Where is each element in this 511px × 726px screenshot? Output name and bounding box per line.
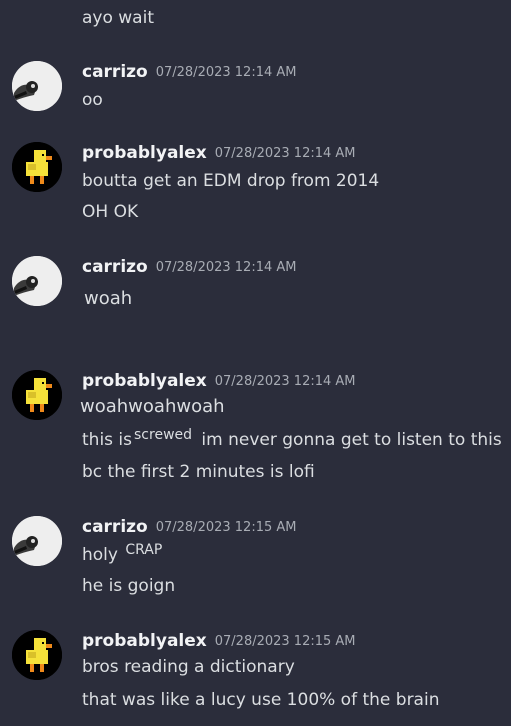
chat-message-list: ayo wait carrizo 07/28/2023 12:14 AM oo p… (0, 0, 511, 726)
pixel-duck-icon (12, 142, 62, 192)
message-text: holy CRAP (82, 542, 166, 567)
message-text: that was like a lucy use 100% of the bra… (82, 690, 440, 710)
probablyalex-avatar[interactable] (12, 630, 62, 680)
message-text: woahwoahwoah (80, 396, 225, 417)
message-text: woah (84, 288, 133, 309)
superscript-text: CRAP (125, 542, 163, 558)
message-text: this is screwed im never gonna get to lis… (82, 427, 502, 452)
message-text: ayo wait (82, 8, 154, 28)
message-text: OH OK (82, 202, 139, 222)
carrizo-avatar[interactable] (12, 61, 62, 111)
bird-headphones-icon (12, 256, 62, 306)
probablyalex-avatar[interactable] (12, 142, 62, 192)
text-segment: this is (82, 430, 133, 450)
message-text: bros reading a dictionary (82, 657, 295, 677)
message-text: boutta get an EDM drop from 2014 (82, 171, 380, 191)
message-text: oo (82, 90, 103, 110)
message-header: carrizo 07/28/2023 12:14 AM (82, 256, 296, 279)
message-header: probablyalex 07/28/2023 12:14 AM (82, 370, 356, 393)
timestamp: 07/28/2023 12:14 AM (155, 260, 297, 275)
timestamp: 07/28/2023 12:14 AM (155, 65, 297, 80)
message-text: he is goign (82, 576, 176, 596)
superscript-text: screwed (134, 427, 193, 443)
username[interactable]: probablyalex (82, 143, 207, 163)
username[interactable]: carrizo (82, 257, 148, 277)
bird-headphones-icon (12, 516, 62, 566)
username[interactable]: carrizo (82, 517, 148, 537)
timestamp: 07/28/2023 12:14 AM (214, 374, 356, 389)
text-segment: im never gonna get to listen to this (196, 430, 502, 450)
carrizo-avatar[interactable] (12, 256, 62, 306)
message-header: probablyalex 07/28/2023 12:15 AM (82, 630, 356, 653)
username[interactable]: probablyalex (82, 371, 207, 391)
pixel-duck-icon (12, 370, 62, 420)
message-header: probablyalex 07/28/2023 12:14 AM (82, 142, 356, 165)
username[interactable]: probablyalex (82, 631, 207, 651)
message-header: carrizo 07/28/2023 12:14 AM (82, 61, 296, 84)
bird-headphones-icon (12, 61, 62, 111)
timestamp: 07/28/2023 12:14 AM (214, 146, 356, 161)
message-header: carrizo 07/28/2023 12:15 AM (82, 516, 296, 539)
username[interactable]: carrizo (82, 62, 148, 82)
message-text: bc the first 2 minutes is lofi (82, 462, 315, 482)
probablyalex-avatar[interactable] (12, 370, 62, 420)
text-segment: holy (82, 545, 124, 565)
timestamp: 07/28/2023 12:15 AM (214, 634, 356, 649)
carrizo-avatar[interactable] (12, 516, 62, 566)
pixel-duck-icon (12, 630, 62, 680)
timestamp: 07/28/2023 12:15 AM (155, 520, 297, 535)
